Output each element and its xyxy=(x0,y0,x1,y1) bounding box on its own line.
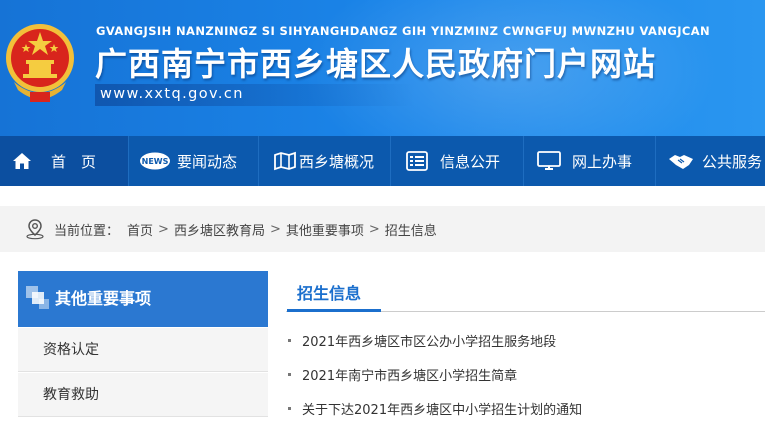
nav-label-overview: 西乡塘概况 xyxy=(299,152,375,171)
article-title: 2021年西乡塘区市区公办小学招生服务地段 xyxy=(302,335,557,350)
handshake-icon xyxy=(669,155,693,169)
nav-item-overview[interactable]: 西乡塘概况 xyxy=(259,136,391,186)
site-url: www.xxtq.gov.cn xyxy=(100,86,244,102)
sidebar-title: 其他重要事项 xyxy=(55,289,152,308)
document-list-icon xyxy=(406,151,428,171)
article-title: 2021年南宁市西乡塘区小学招生简章 xyxy=(302,369,518,384)
sidebar-header: 其他重要事项 xyxy=(18,271,268,327)
breadcrumb-separator: > xyxy=(368,221,380,237)
nav-item-news[interactable]: NEWS 要闻动态 xyxy=(129,136,259,186)
breadcrumb-link-education-bureau[interactable]: 西乡塘区教育局 xyxy=(174,220,265,239)
nav-item-info[interactable]: 信息公开 xyxy=(391,136,524,186)
news-icon: NEWS xyxy=(140,152,170,170)
breadcrumb-separator: > xyxy=(158,221,169,237)
nav-item-home[interactable]: 首 页 xyxy=(0,136,129,186)
nav-label-online-service: 网上办事 xyxy=(572,152,633,171)
bullet-icon xyxy=(288,373,291,376)
breadcrumb-link-enrollment[interactable]: 招生信息 xyxy=(385,220,437,239)
home-icon xyxy=(13,153,31,169)
squares-icon xyxy=(26,286,49,309)
location-pin-icon xyxy=(26,219,44,240)
article-link[interactable]: 关于下达2021年西乡塘区中小学招生计划的通知 xyxy=(288,399,582,418)
sidebar-item-education-aid[interactable]: 教育救助 xyxy=(18,373,268,417)
nav-label-news: 要闻动态 xyxy=(177,152,238,171)
site-pinyin-title: GVANGJSIH NANZNINGZ SI SIHYANGHDANGZ GIH… xyxy=(96,24,711,38)
breadcrumb-bar: 当前位置： 首页 > 西乡塘区教育局 > 其他重要事项 > 招生信息 xyxy=(0,206,765,252)
nav-label-home: 首 页 xyxy=(51,152,97,171)
nav-label-public-service: 公共服务 xyxy=(702,152,763,171)
tab-enrollment-info[interactable]: 招生信息 xyxy=(287,274,381,312)
tab-label: 招生信息 xyxy=(297,284,362,303)
article-title: 关于下达2021年西乡塘区中小学招生计划的通知 xyxy=(302,403,583,418)
monitor-icon xyxy=(537,151,561,170)
breadcrumb-separator: > xyxy=(269,221,281,237)
breadcrumb-link-home[interactable]: 首页 xyxy=(127,220,153,239)
breadcrumb-link-other-matters[interactable]: 其他重要事项 xyxy=(286,220,364,239)
sidebar-item-label: 教育救助 xyxy=(43,387,99,403)
main-nav: 首 页 NEWS 要闻动态 西乡塘概况 信息公开 网上办事 公共服务 xyxy=(0,136,765,186)
sidebar-item-qualification[interactable]: 资格认定 xyxy=(18,328,268,372)
bullet-icon xyxy=(288,339,291,342)
article-link[interactable]: 2021年南宁市西乡塘区小学招生简章 xyxy=(288,365,517,384)
nav-item-online-service[interactable]: 网上办事 xyxy=(524,136,656,186)
nav-item-public-service[interactable]: 公共服务 xyxy=(656,136,765,186)
article-link[interactable]: 2021年西乡塘区市区公办小学招生服务地段 xyxy=(288,331,556,350)
map-icon xyxy=(274,151,296,171)
breadcrumb: 当前位置： 首页 > 西乡塘区教育局 > 其他重要事项 > 招生信息 xyxy=(24,206,437,252)
site-banner: GVANGJSIH NANZNINGZ SI SIHYANGHDANGZ GIH… xyxy=(0,0,765,136)
svg-text:NEWS: NEWS xyxy=(142,157,169,166)
national-emblem-icon[interactable] xyxy=(4,22,76,106)
nav-label-info: 信息公开 xyxy=(440,152,501,171)
bullet-icon xyxy=(288,407,291,410)
site-title[interactable]: 广西南宁市西乡塘区人民政府门户网站 xyxy=(95,39,656,85)
sidebar-item-label: 资格认定 xyxy=(43,342,99,358)
breadcrumb-prefix: 当前位置： xyxy=(54,223,120,239)
